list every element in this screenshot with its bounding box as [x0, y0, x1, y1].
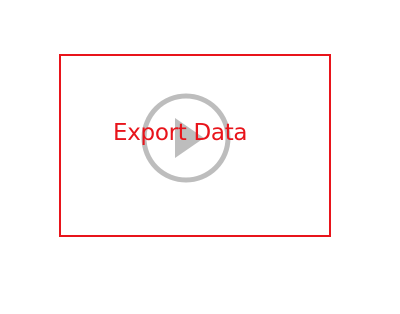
canvas: Export Data — [0, 0, 400, 314]
export-data-label: Export Data — [113, 120, 248, 146]
